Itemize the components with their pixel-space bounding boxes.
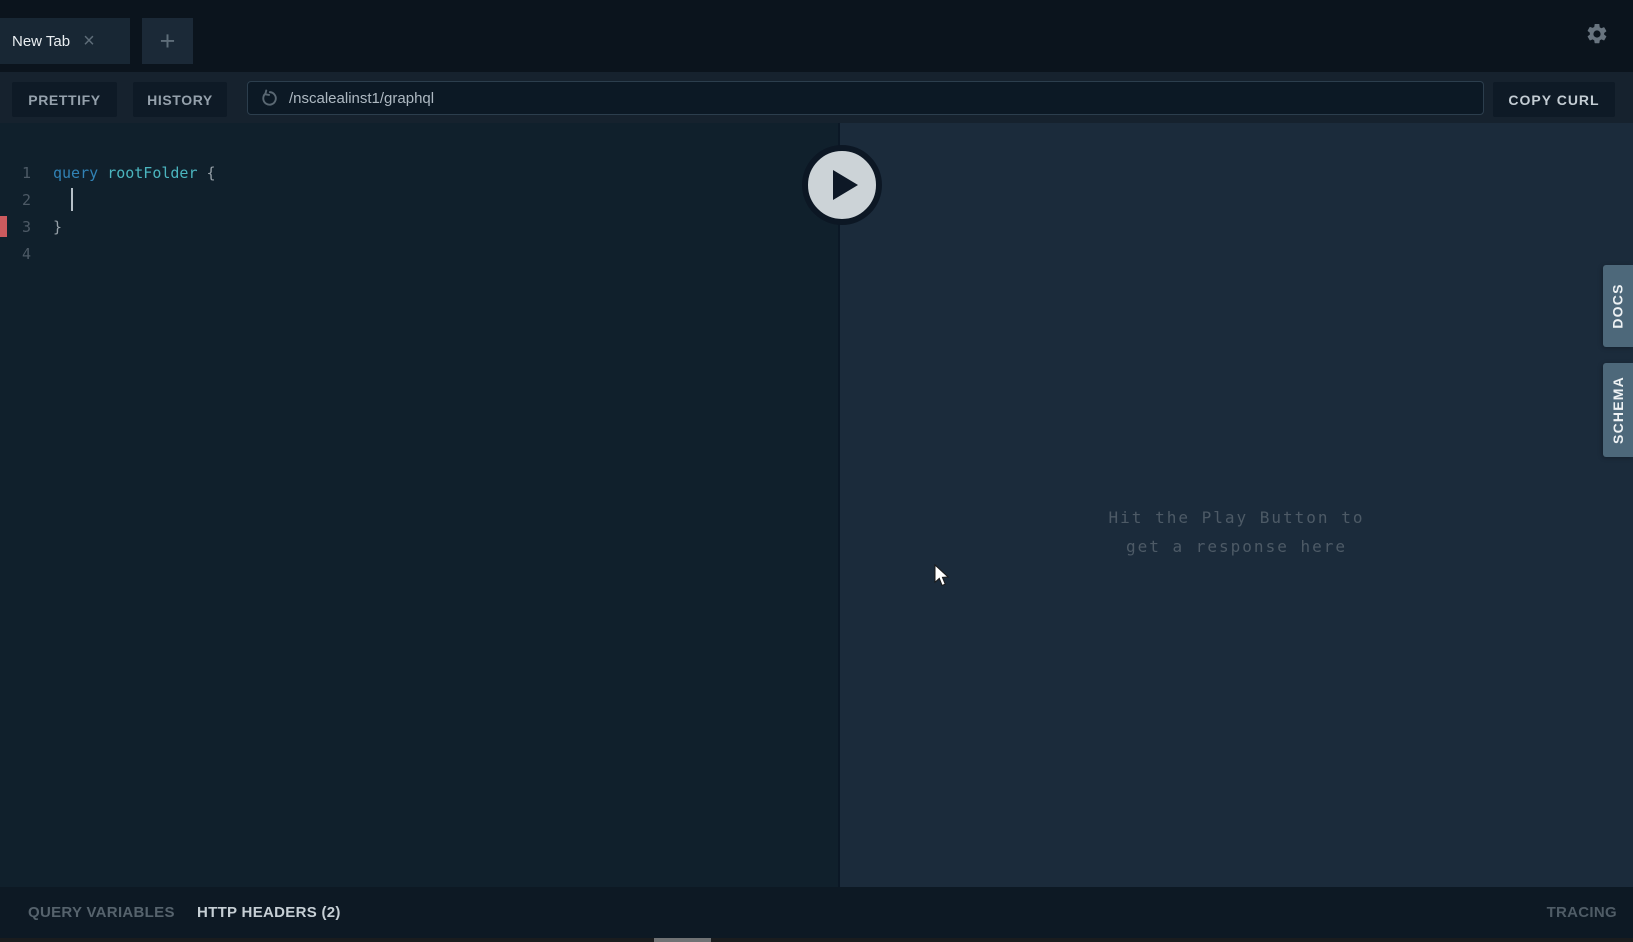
prettify-button[interactable]: PRETTIFY: [12, 82, 117, 117]
code-token: }: [53, 217, 63, 236]
line-number: 3: [21, 217, 31, 236]
new-tab-button[interactable]: +: [142, 18, 193, 64]
code-token: rootFolder: [107, 163, 198, 182]
http-headers-tab[interactable]: HTTP HEADERS (2): [197, 887, 341, 938]
editor-line[interactable]: 2: [0, 186, 838, 213]
tracing-tab[interactable]: TRACING: [1547, 887, 1617, 938]
tab-title: New Tab: [12, 32, 71, 50]
docs-tab-label: DOCS: [1610, 283, 1626, 329]
response-placeholder: Hit the Play Button to get a response he…: [1109, 449, 1365, 561]
query-editor-pane[interactable]: 1 query rootFolder {2 3} 4: [0, 123, 838, 887]
history-button[interactable]: HISTORY: [133, 82, 227, 117]
settings-gear-icon[interactable]: [1585, 22, 1609, 46]
code-token: {: [197, 163, 216, 182]
close-tab-icon[interactable]: ×: [83, 31, 95, 51]
tab-bar: New Tab × +: [0, 0, 1633, 72]
editor-line[interactable]: 4: [0, 240, 838, 267]
play-icon: [833, 170, 858, 200]
tab-new-tab[interactable]: New Tab ×: [0, 18, 130, 64]
code-token: query: [53, 163, 99, 182]
code-content: }: [53, 218, 62, 236]
scrollbar-thumb[interactable]: [654, 938, 711, 942]
code-content: [53, 188, 74, 211]
main-area: 1 query rootFolder {2 3} 4 Hit the Play Bu…: [0, 123, 1633, 887]
docs-tab[interactable]: DOCS: [1603, 265, 1633, 347]
editor-line[interactable]: 1 query rootFolder {: [0, 159, 838, 186]
endpoint-field[interactable]: [247, 81, 1484, 115]
execute-query-button[interactable]: [802, 145, 882, 225]
copy-curl-button[interactable]: COPY CURL: [1493, 82, 1615, 117]
schema-tab-label: SCHEMA: [1610, 376, 1626, 444]
horizontal-scrollbar[interactable]: [0, 938, 1633, 942]
response-pane: Hit the Play Button to get a response he…: [840, 123, 1633, 887]
schema-tab[interactable]: SCHEMA: [1603, 363, 1633, 457]
placeholder-line-2: get a response here: [1125, 537, 1347, 556]
editor-line[interactable]: 3}: [0, 213, 838, 240]
line-number: 2: [21, 190, 31, 209]
query-variables-tab[interactable]: QUERY VARIABLES: [28, 887, 175, 938]
graphql-playground: { "tabs": { "active_label": "New Tab", "…: [0, 0, 1633, 942]
toolbar: PRETTIFY HISTORY COPY CURL: [0, 72, 1633, 123]
reload-endpoint-icon[interactable]: [260, 89, 279, 108]
text-caret: [71, 188, 74, 211]
bottom-bar: QUERY VARIABLES HTTP HEADERS (2) TRACING: [0, 887, 1633, 938]
line-number: 4: [21, 244, 31, 263]
code-content: query rootFolder {: [53, 164, 216, 182]
editor-lines: 1 query rootFolder {2 3} 4: [0, 123, 838, 267]
endpoint-input[interactable]: [289, 89, 1471, 107]
line-number: 1: [21, 163, 31, 182]
placeholder-line-1: Hit the Play Button to: [1108, 508, 1365, 527]
